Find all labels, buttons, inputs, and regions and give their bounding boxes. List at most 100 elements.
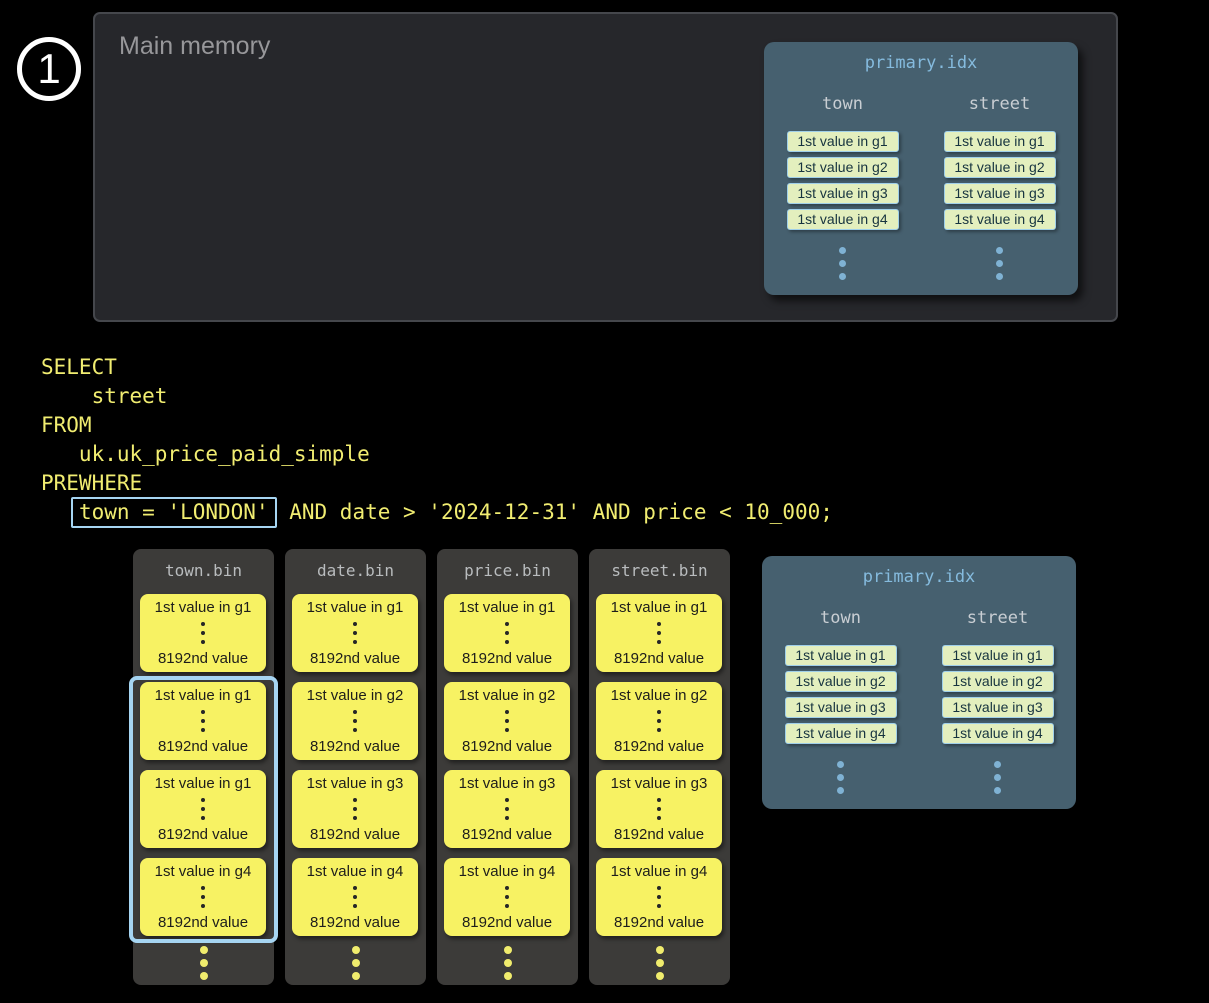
granule-last-value: 8192nd value bbox=[310, 650, 400, 667]
idx-entry: 1st value in g2 bbox=[785, 671, 897, 692]
ellipsis-dots bbox=[505, 796, 509, 823]
granule-last-value: 8192nd value bbox=[310, 738, 400, 755]
idx-entry: 1st value in g3 bbox=[942, 697, 1054, 718]
granule-first-value: 1st value in g3 bbox=[459, 775, 556, 792]
bin-column-date: date.bin 1st value in g1 8192nd value 1s… bbox=[285, 549, 426, 985]
idx-entry: 1st value in g4 bbox=[787, 209, 899, 230]
ellipsis-dots bbox=[353, 708, 357, 735]
granule-first-value: 1st value in g2 bbox=[459, 687, 556, 704]
idx-entry: 1st value in g4 bbox=[785, 723, 897, 744]
primary-idx-columns: town 1st value in g1 1st value in g2 1st… bbox=[764, 94, 1078, 283]
step-number-badge: 1 bbox=[17, 37, 81, 101]
idx-entry: 1st value in g3 bbox=[785, 697, 897, 718]
granule-first-value: 1st value in g3 bbox=[611, 775, 708, 792]
granule-last-value: 8192nd value bbox=[462, 826, 552, 843]
sql-query: SELECT streetFROM uk.uk_price_paid_simpl… bbox=[41, 353, 833, 527]
sql-line: street bbox=[41, 382, 833, 411]
prewhere-town-highlight-box: town = 'LONDON' bbox=[71, 497, 277, 528]
sql-line: SELECT bbox=[41, 353, 833, 382]
idx-column-street: street 1st value in g1 1st value in g2 1… bbox=[921, 94, 1078, 283]
granule-box: 1st value in g4 8192nd value bbox=[444, 858, 570, 936]
granule-last-value: 8192nd value bbox=[614, 738, 704, 755]
granule-last-value: 8192nd value bbox=[158, 914, 248, 931]
ellipsis-dots bbox=[437, 943, 578, 982]
ellipsis-dots bbox=[839, 244, 846, 283]
granule-last-value: 8192nd value bbox=[310, 914, 400, 931]
bin-column-title: town.bin bbox=[133, 561, 274, 580]
sql-line: FROM bbox=[41, 411, 833, 440]
bin-column-town: town.bin 1st value in g1 8192nd value 1s… bbox=[133, 549, 274, 985]
granule-last-value: 8192nd value bbox=[614, 650, 704, 667]
ellipsis-dots bbox=[657, 620, 661, 647]
main-memory-title: Main memory bbox=[119, 32, 270, 61]
granule-first-value: 1st value in g4 bbox=[459, 863, 556, 880]
ellipsis-dots bbox=[505, 884, 509, 911]
idx-entry: 1st value in g3 bbox=[787, 183, 899, 204]
ellipsis-dots bbox=[657, 708, 661, 735]
ellipsis-dots bbox=[589, 943, 730, 982]
idx-column-header-street: street bbox=[967, 608, 1028, 628]
granule-last-value: 8192nd value bbox=[462, 738, 552, 755]
idx-column-town: town 1st value in g1 1st value in g2 1st… bbox=[762, 608, 919, 797]
ellipsis-dots bbox=[201, 796, 205, 823]
granule-box: 1st value in g1 8192nd value bbox=[140, 682, 266, 760]
ellipsis-dots bbox=[996, 244, 1003, 283]
granule-last-value: 8192nd value bbox=[158, 738, 248, 755]
granule-last-value: 8192nd value bbox=[310, 826, 400, 843]
granule-box: 1st value in g1 8192nd value bbox=[292, 594, 418, 672]
idx-column-header-town: town bbox=[820, 608, 861, 628]
granule-box: 1st value in g2 8192nd value bbox=[292, 682, 418, 760]
granule-box: 1st value in g4 8192nd value bbox=[140, 858, 266, 936]
ellipsis-dots bbox=[994, 758, 1001, 797]
ellipsis-dots bbox=[201, 620, 205, 647]
ellipsis-dots bbox=[505, 620, 509, 647]
granule-first-value: 1st value in g1 bbox=[611, 599, 708, 616]
granule-box: 1st value in g3 8192nd value bbox=[292, 770, 418, 848]
ellipsis-dots bbox=[353, 796, 357, 823]
granule-first-value: 1st value in g1 bbox=[155, 599, 252, 616]
idx-column-header-street: street bbox=[969, 94, 1030, 114]
granule-first-value: 1st value in g2 bbox=[611, 687, 708, 704]
granule-first-value: 1st value in g1 bbox=[155, 775, 252, 792]
granule-last-value: 8192nd value bbox=[614, 914, 704, 931]
idx-entry: 1st value in g2 bbox=[944, 157, 1056, 178]
primary-idx-panel-memory: primary.idx town 1st value in g1 1st val… bbox=[764, 42, 1078, 295]
ellipsis-dots bbox=[505, 708, 509, 735]
primary-idx-title: primary.idx bbox=[762, 567, 1076, 587]
ellipsis-dots bbox=[201, 708, 205, 735]
sql-line: uk.uk_price_paid_simple bbox=[41, 440, 833, 469]
granule-last-value: 8192nd value bbox=[158, 650, 248, 667]
idx-entry: 1st value in g3 bbox=[944, 183, 1056, 204]
diagram-canvas: 1 Main memory primary.idx town 1st value… bbox=[0, 0, 1209, 1003]
granule-last-value: 8192nd value bbox=[614, 826, 704, 843]
sql-line-prewhere-condition: town = 'LONDON' AND date > '2024-12-31' … bbox=[41, 498, 833, 527]
granule-box: 1st value in g1 8192nd value bbox=[444, 594, 570, 672]
idx-entry: 1st value in g2 bbox=[787, 157, 899, 178]
step-number: 1 bbox=[37, 48, 60, 90]
ellipsis-dots bbox=[837, 758, 844, 797]
granule-first-value: 1st value in g1 bbox=[155, 687, 252, 704]
ellipsis-dots bbox=[657, 796, 661, 823]
primary-idx-panel-disk: primary.idx town 1st value in g1 1st val… bbox=[762, 556, 1076, 809]
bin-column-title: price.bin bbox=[437, 561, 578, 580]
ellipsis-dots bbox=[353, 884, 357, 911]
granule-first-value: 1st value in g4 bbox=[307, 863, 404, 880]
idx-entry: 1st value in g2 bbox=[942, 671, 1054, 692]
idx-column-town: town 1st value in g1 1st value in g2 1st… bbox=[764, 94, 921, 283]
idx-entry: 1st value in g4 bbox=[942, 723, 1054, 744]
granule-box: 1st value in g2 8192nd value bbox=[596, 682, 722, 760]
bin-column-title: street.bin bbox=[589, 561, 730, 580]
granule-box: 1st value in g4 8192nd value bbox=[596, 858, 722, 936]
granule-first-value: 1st value in g2 bbox=[307, 687, 404, 704]
sql-rest: AND date > '2024-12-31' AND price < 10_0… bbox=[277, 500, 833, 524]
idx-entry: 1st value in g4 bbox=[944, 209, 1056, 230]
granule-last-value: 8192nd value bbox=[462, 650, 552, 667]
main-memory-box: Main memory primary.idx town 1st value i… bbox=[93, 12, 1118, 322]
idx-entry: 1st value in g1 bbox=[785, 645, 897, 666]
ellipsis-dots bbox=[657, 884, 661, 911]
ellipsis-dots bbox=[353, 620, 357, 647]
granule-first-value: 1st value in g4 bbox=[155, 863, 252, 880]
granule-box: 1st value in g1 8192nd value bbox=[596, 594, 722, 672]
bin-column-street: street.bin 1st value in g1 8192nd value … bbox=[589, 549, 730, 985]
granule-first-value: 1st value in g3 bbox=[307, 775, 404, 792]
